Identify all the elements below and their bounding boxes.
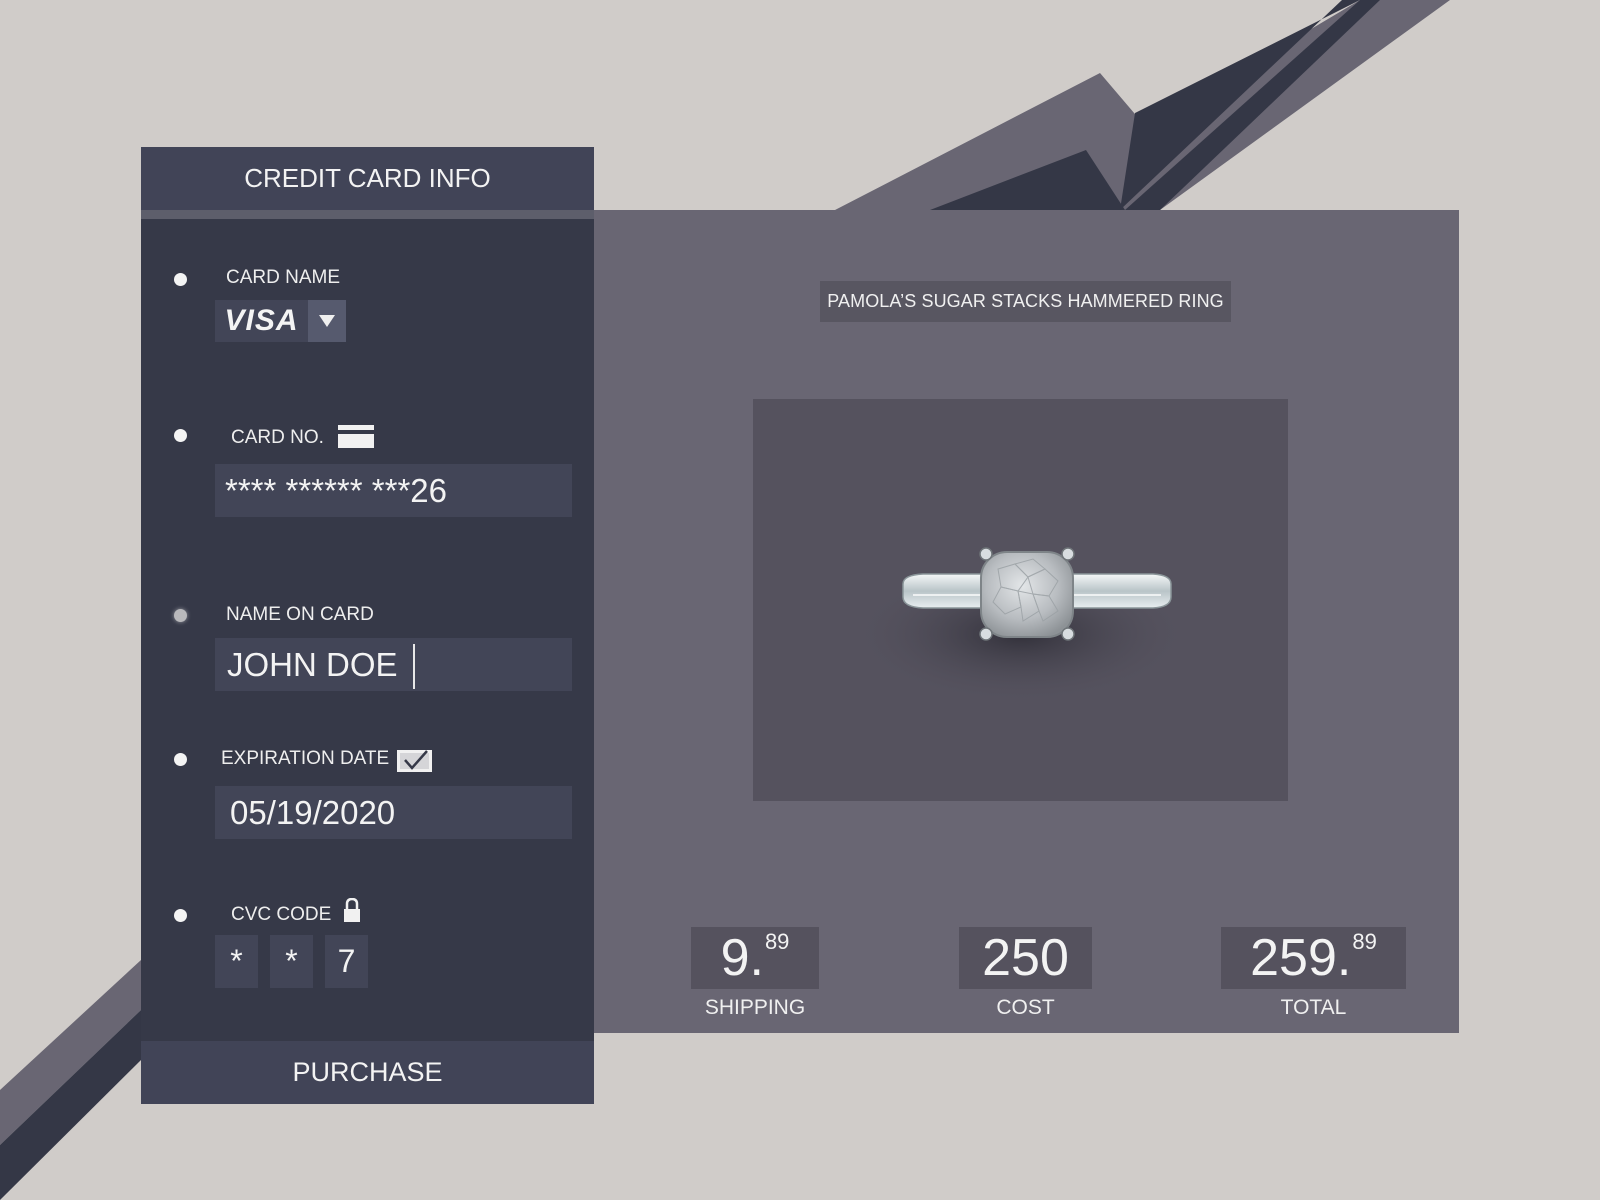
card-panel-body [141, 219, 594, 1041]
shipping-price: 9. 89 SHIPPING [691, 927, 819, 1020]
card-panel-header: CREDIT CARD INFO [141, 147, 594, 210]
total-label: TOTAL [1280, 996, 1347, 1019]
purchase-button[interactable]: PURCHASE [141, 1041, 594, 1104]
name-on-card-input[interactable]: JOHN DOE [215, 638, 572, 691]
card-panel-divider [141, 210, 594, 219]
name-on-card-label: NAME ON CARD [226, 604, 374, 625]
shipping-cents: 89 [764, 929, 790, 954]
cvc-digit-3[interactable]: 7 [325, 935, 368, 988]
cost-label: COST [996, 996, 1055, 1019]
cost-main: 250 [982, 929, 1069, 987]
card-no-bullet [174, 429, 187, 442]
expiration-input[interactable]: 05/19/2020 [215, 786, 572, 839]
checkbox-checked-icon[interactable] [397, 748, 432, 772]
expiration-bullet [174, 753, 187, 766]
total-cents: 89 [1352, 929, 1377, 954]
total-value-box: 259. 89 [1221, 927, 1406, 989]
total-main: 259. [1250, 929, 1352, 987]
lock-icon [344, 898, 360, 922]
cvc-digit-1[interactable]: * [215, 935, 258, 988]
cvc-label: CVC CODE [231, 904, 332, 925]
product-title: PAMOLA’S SUGAR STACKS HAMMERED RING [820, 281, 1231, 322]
product-image [753, 399, 1288, 801]
card-no-label: CARD NO. [231, 427, 324, 448]
product-panel: PAMOLA’S SUGAR STACKS HAMMERED RING 9. 8… [594, 210, 1459, 1033]
shipping-label: SHIPPING [704, 996, 806, 1019]
ring-image [851, 547, 1191, 704]
shipping-main: 9. [720, 929, 764, 987]
card-type-select[interactable]: VISA [215, 300, 346, 342]
cvc-digit-2[interactable]: * [270, 935, 313, 988]
card-number-value: **** ****** ***26 [225, 471, 447, 509]
credit-card-icon [338, 425, 374, 448]
expiration-value: 05/19/2020 [230, 793, 396, 831]
visa-logo: VISA [224, 304, 299, 337]
cost-price: 250 COST [959, 927, 1092, 1020]
text-cursor [413, 644, 415, 689]
card-name-label: CARD NAME [226, 267, 341, 288]
name-on-card-bullet [174, 609, 187, 622]
expiration-label: EXPIRATION DATE [221, 748, 390, 769]
cost-value-box: 250 [959, 927, 1092, 989]
card-number-input[interactable]: **** ****** ***26 [215, 464, 572, 517]
shipping-value-box: 9. 89 [691, 927, 819, 989]
cvc-bullet [174, 909, 187, 922]
card-name-bullet [174, 273, 187, 286]
total-price: 259. 89 TOTAL [1221, 927, 1406, 1020]
chevron-down-icon[interactable] [308, 300, 346, 342]
name-on-card-value: JOHN DOE [227, 645, 398, 683]
